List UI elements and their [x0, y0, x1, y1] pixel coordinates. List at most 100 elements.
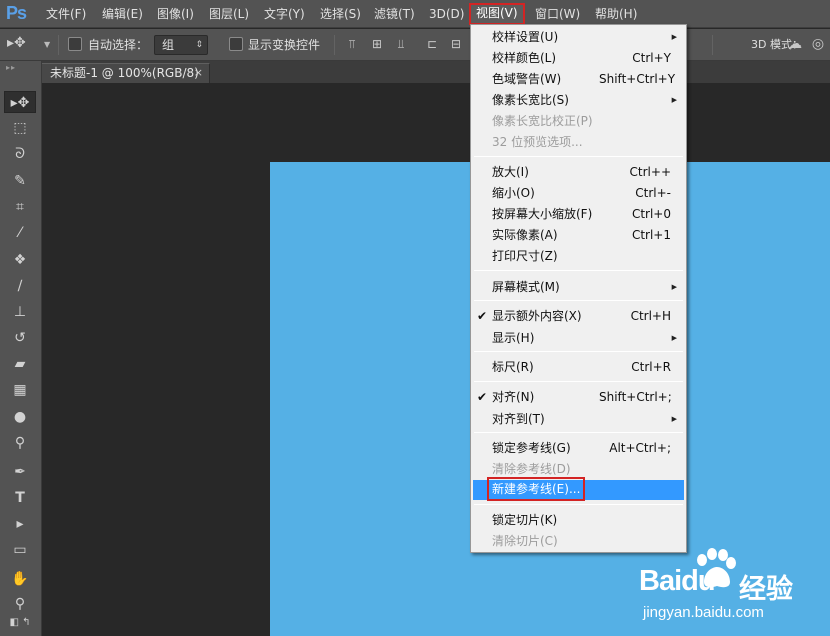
healing-brush-icon[interactable]: ❖ [4, 249, 36, 271]
move-icon[interactable]: ▸✥ [4, 91, 36, 113]
clone-stamp-icon[interactable]: ⊥ [4, 301, 36, 323]
options-divider [58, 35, 59, 55]
menu-item-screen-mode[interactable]: 屏幕模式(M) ▶ [473, 277, 684, 297]
blur-icon[interactable]: ● [4, 406, 36, 428]
gradient-icon[interactable]: ▦ [4, 379, 36, 401]
show-transform-label: 显示变换控件 [248, 38, 321, 52]
menu-item-snap[interactable]: ✔ 对齐(N) Shift+Ctrl+; [473, 387, 684, 407]
options-divider [334, 35, 335, 55]
menu-item-proof-colors[interactable]: 校样颜色(L) Ctrl+Y [473, 48, 684, 68]
menu-item-pixel-aspect-correction: 像素长宽比校正(P) [492, 114, 593, 128]
menu-item-zoom-out[interactable]: 缩小(O) Ctrl+- [473, 183, 684, 203]
shortcut-label: Ctrl+R [631, 360, 671, 374]
view-menu-dropdown: 校样设置(U) ▶ 校样颜色(L) Ctrl+Y 色域警告(W) Shift+C… [470, 24, 687, 553]
shortcut-label: Shift+Ctrl+; [599, 390, 672, 404]
hand-icon[interactable]: ✋ [4, 568, 36, 590]
menu-item-actual-pixels[interactable]: 实际像素(A) Ctrl+1 [473, 225, 684, 245]
menu-divider [474, 300, 683, 301]
brush-icon[interactable]: ∕ [4, 275, 36, 297]
shortcut-label: Alt+Ctrl+; [609, 441, 671, 455]
menu-filter[interactable]: 滤镜(T) [374, 6, 415, 22]
history-brush-icon[interactable]: ↺ [4, 327, 36, 349]
show-transform-checkbox[interactable] [229, 37, 243, 51]
menu-item-rulers[interactable]: 标尺(R) Ctrl+R [473, 357, 684, 377]
menu-view[interactable]: 视图(V) [469, 3, 525, 25]
menu-window[interactable]: 窗口(W) [535, 6, 580, 22]
tool-preset-icon[interactable]: ▸✥ [7, 35, 26, 51]
3d-roll-icon[interactable]: ◎ [810, 37, 826, 52]
auto-select-value: 组 [162, 38, 175, 52]
lasso-icon[interactable]: ᘐ [4, 143, 36, 165]
crop-icon[interactable]: ⌗ [4, 196, 36, 218]
menu-divider [474, 351, 683, 352]
auto-select-dropdown[interactable]: 组 ⇕ [154, 35, 208, 55]
menu-item-proof-setup[interactable]: 校样设置(U) ▶ [473, 27, 684, 47]
dodge-icon[interactable]: ⚲ [4, 432, 36, 454]
menu-image[interactable]: 图像(I) [157, 6, 194, 22]
3d-orbit-icon[interactable]: ☁ [786, 37, 804, 52]
align-bottom-icon[interactable]: ⫫ [394, 37, 408, 52]
shortcut-label: Ctrl+1 [631, 228, 671, 242]
auto-select-label: 自动选择： [88, 38, 149, 52]
type-icon[interactable]: T [4, 487, 36, 509]
menu-item-lock-guides[interactable]: 锁定参考线(G) Alt+Ctrl+; [473, 438, 684, 458]
zoom-icon[interactable]: ⚲ [4, 593, 36, 615]
shortcut-label: Shift+Ctrl+Y [599, 72, 676, 86]
watermark-brand: Baidu [639, 565, 716, 597]
shortcut-label: Ctrl+Y [632, 51, 671, 65]
shortcut-label: Ctrl+0 [631, 207, 671, 221]
menu-item-gamut-warning[interactable]: 色域警告(W) Shift+Ctrl+Y [473, 69, 684, 89]
submenu-arrow-icon: ▶ [671, 283, 677, 291]
menu-divider [474, 504, 683, 505]
menu-select[interactable]: 选择(S) [320, 6, 361, 22]
menu-3d[interactable]: 3D(D) [429, 6, 464, 22]
ps-logo: Ps [6, 3, 27, 23]
menu-edit[interactable]: 编辑(E) [102, 6, 143, 22]
menu-item-snap-to[interactable]: 对齐到(T) ▶ [473, 409, 684, 429]
menu-divider [474, 156, 683, 157]
menu-item-pixel-aspect-ratio[interactable]: 像素长宽比(S) ▶ [473, 90, 684, 110]
menu-item-lock-slices[interactable]: 锁定切片(K) [473, 510, 684, 530]
eyedropper-icon[interactable]: ⁄ [4, 222, 36, 244]
options-divider [712, 35, 713, 55]
pen-icon[interactable]: ✒ [4, 461, 36, 483]
menu-item-fit-on-screen[interactable]: 按屏幕大小缩放(F) Ctrl+0 [473, 204, 684, 224]
menu-help[interactable]: 帮助(H) [595, 6, 637, 22]
shortcut-label: Ctrl+- [635, 186, 671, 200]
align-hcenter-icon[interactable]: ⊟ [449, 37, 463, 52]
menu-item-show[interactable]: 显示(H) ▶ [473, 328, 684, 348]
menu-file[interactable]: 文件(F) [46, 6, 86, 22]
menu-divider [474, 432, 683, 433]
rectangle-icon[interactable]: ▭ [4, 539, 36, 561]
marquee-icon[interactable]: ⬚ [4, 117, 36, 139]
menu-type[interactable]: 文字(Y) [264, 6, 305, 22]
path-select-icon[interactable]: ▸ [4, 513, 36, 535]
submenu-arrow-icon: ▶ [671, 96, 677, 104]
submenu-arrow-icon: ▶ [671, 33, 677, 41]
quick-select-icon[interactable]: ✎ [4, 170, 36, 192]
document-tab[interactable]: 未标题-1 @ 100%(RGB/8) × [42, 63, 210, 83]
close-icon[interactable]: × [194, 64, 203, 82]
menu-item-print-size[interactable]: 打印尺寸(Z) [473, 246, 684, 266]
document-tab-bar: 未标题-1 @ 100%(RGB/8) × [42, 61, 830, 83]
auto-select-checkbox[interactable] [68, 37, 82, 51]
menu-item-show-extras[interactable]: ✔ 显示额外内容(X) Ctrl+H [473, 306, 684, 326]
checkmark-icon: ✔ [477, 309, 488, 323]
submenu-arrow-icon: ▶ [671, 334, 677, 342]
align-top-icon[interactable]: ⫪ [345, 37, 359, 52]
align-vcenter-icon[interactable]: ⊞ [370, 37, 384, 52]
menu-item-clear-guides: 清除参考线(D) [492, 462, 571, 476]
menu-layer[interactable]: 图层(L) [209, 6, 249, 22]
checkmark-icon: ✔ [477, 390, 488, 404]
watermark-product: 经验 [739, 574, 793, 605]
align-left-icon[interactable]: ⊏ [425, 37, 439, 52]
menu-item-zoom-in[interactable]: 放大(I) Ctrl++ [473, 162, 684, 182]
shortcut-label: Ctrl++ [629, 165, 671, 179]
menu-item-new-guide[interactable]: 新建参考线(E)... [473, 477, 684, 501]
color-swatch-icon[interactable]: ◧ ↰ [4, 614, 36, 632]
menu-divider [474, 270, 683, 271]
tool-preset-dropdown-icon[interactable]: ▼ [44, 37, 50, 53]
baidu-jingyan-watermark: Baidu 经验 jingyan.baidu.com [636, 548, 826, 628]
toolbox-grip-icon[interactable]: ▸▸ [6, 64, 34, 72]
eraser-icon[interactable]: ▰ [4, 353, 36, 375]
